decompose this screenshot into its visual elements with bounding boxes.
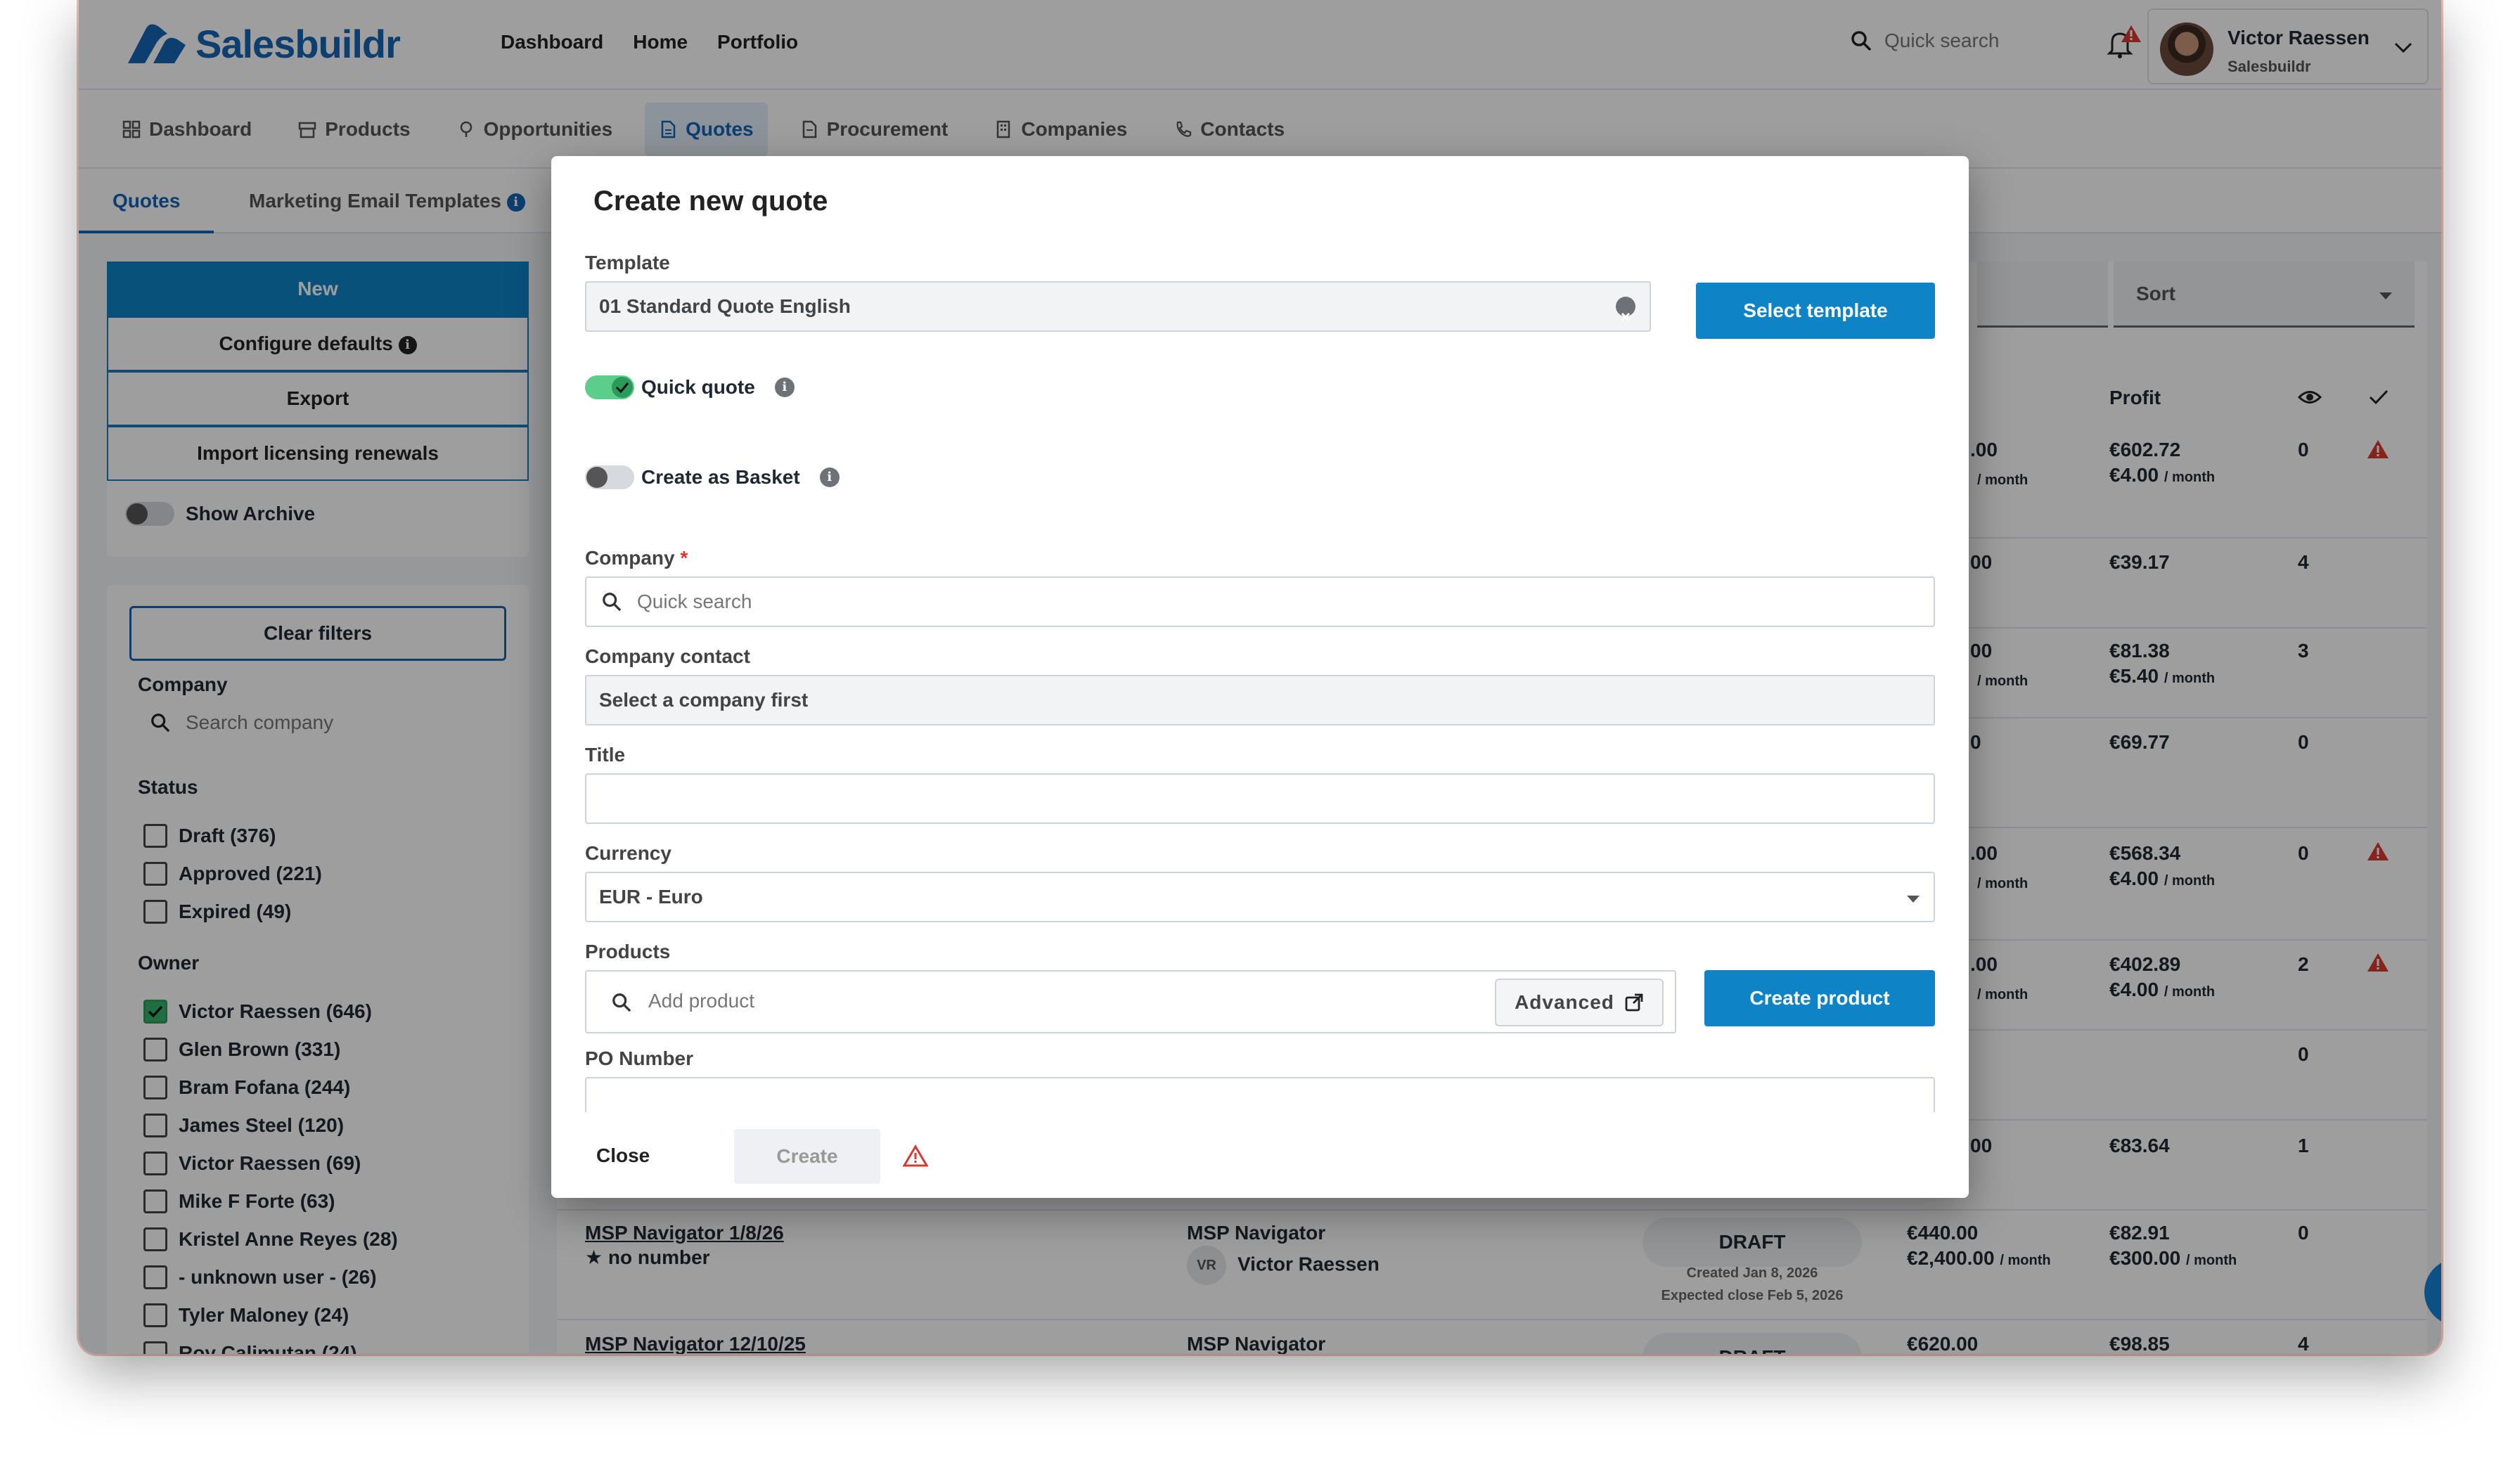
external-link-icon bbox=[1625, 993, 1643, 1012]
currency-select[interactable]: EUR - Euro bbox=[585, 872, 1935, 922]
advanced-label: Advanced bbox=[1515, 991, 1614, 1013]
currency-value: EUR - Euro bbox=[599, 886, 703, 908]
create-product-button[interactable]: Create product bbox=[1704, 970, 1935, 1026]
clear-icon[interactable] bbox=[1616, 297, 1635, 322]
template-label: Template bbox=[585, 252, 670, 273]
company-contact-select[interactable]: Select a company first bbox=[585, 675, 1935, 725]
toggle-switch[interactable] bbox=[585, 465, 634, 489]
create-as-basket-label: Create as Basket bbox=[641, 466, 800, 488]
title-input[interactable] bbox=[585, 773, 1935, 824]
dialog-title: Create new quote bbox=[593, 186, 828, 217]
quick-quote-toggle[interactable]: Quick quote i bbox=[585, 375, 795, 399]
quick-quote-label: Quick quote bbox=[641, 376, 755, 398]
template-value: 01 Standard Quote English bbox=[599, 295, 851, 317]
toggle-switch[interactable] bbox=[585, 375, 634, 399]
company-contact-value: Select a company first bbox=[599, 689, 809, 711]
create-quote-dialog: Create new quote Template 01 Standard Qu… bbox=[551, 156, 1969, 1198]
company-contact-label: Company contact bbox=[585, 645, 750, 667]
create-button[interactable]: Create bbox=[734, 1129, 880, 1184]
search-icon bbox=[612, 993, 631, 1012]
company-search-input[interactable]: Quick search bbox=[585, 576, 1935, 627]
company-label: Company * bbox=[585, 547, 688, 569]
company-label-text: Company bbox=[585, 547, 675, 569]
advanced-button[interactable]: Advanced bbox=[1495, 979, 1664, 1026]
check-icon bbox=[615, 382, 629, 394]
po-number-label: PO Number bbox=[585, 1047, 694, 1069]
search-icon bbox=[603, 593, 622, 612]
template-field[interactable]: 01 Standard Quote English bbox=[585, 281, 1651, 332]
add-product-placeholder: Add product bbox=[648, 990, 754, 1012]
info-icon[interactable]: i bbox=[819, 467, 840, 487]
company-search-placeholder: Quick search bbox=[637, 591, 752, 612]
select-template-button[interactable]: Select template bbox=[1696, 283, 1935, 339]
info-icon[interactable]: i bbox=[774, 378, 795, 397]
products-label: Products bbox=[585, 941, 671, 962]
add-product-field[interactable]: Add product Advanced bbox=[585, 970, 1676, 1033]
close-button[interactable]: Close bbox=[596, 1144, 650, 1167]
create-as-basket-toggle[interactable]: Create as Basket i bbox=[585, 465, 840, 489]
currency-label: Currency bbox=[585, 842, 671, 864]
required-marker: * bbox=[680, 547, 688, 569]
dialog-footer: Close Create bbox=[551, 1112, 1969, 1198]
caret-down-icon bbox=[1907, 896, 1920, 903]
warning-icon[interactable] bbox=[903, 1144, 928, 1167]
title-label: Title bbox=[585, 744, 626, 766]
